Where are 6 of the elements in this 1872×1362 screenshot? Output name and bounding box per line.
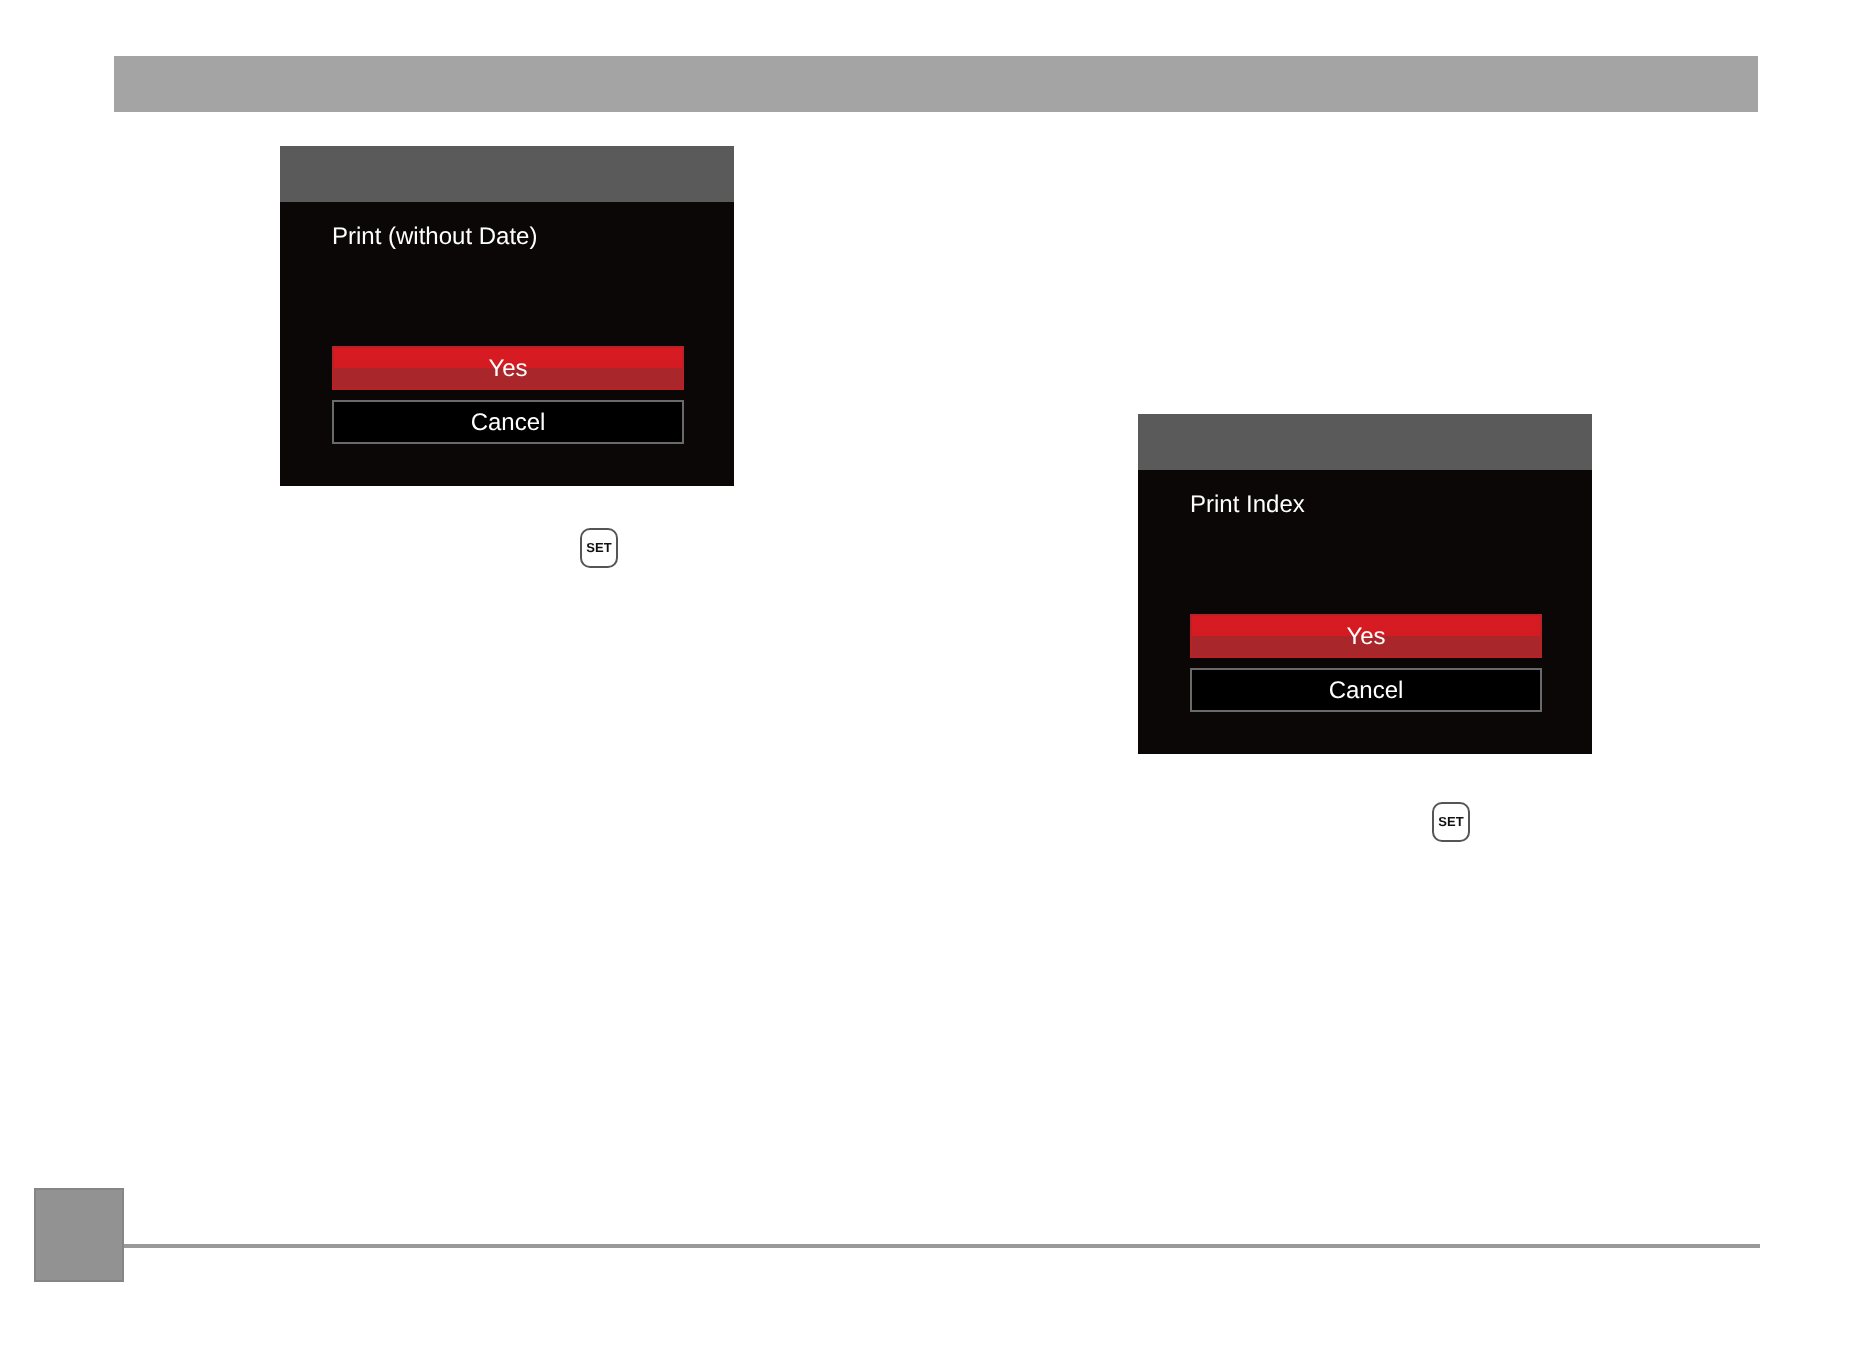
dialog-message: Print Index [1190, 490, 1305, 518]
dialog-message: Print (without Date) [332, 222, 538, 250]
option-button[interactable]: Cancel [332, 400, 684, 444]
option-button[interactable]: Yes [1190, 614, 1542, 658]
option-button[interactable]: Cancel [1190, 668, 1542, 712]
option-button[interactable]: Yes [332, 346, 684, 390]
